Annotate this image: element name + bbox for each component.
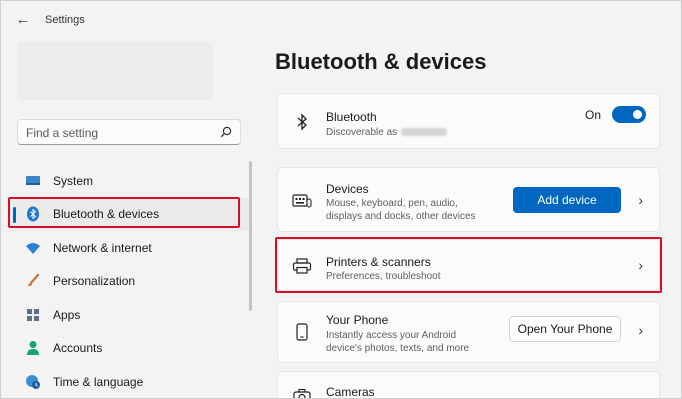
open-your-phone-button[interactable]: Open Your Phone — [509, 316, 621, 342]
sidebar-item-label: Personalization — [53, 274, 136, 289]
chevron-right-icon[interactable]: › — [638, 192, 643, 208]
cameras-title: Cameras — [326, 385, 375, 399]
printers-scanners-card[interactable]: Printers & scanners Preferences, trouble… — [277, 239, 660, 291]
redacted-device-name — [401, 128, 448, 137]
sidebar-nav: System Bluetooth & devices Network & int… — [9, 164, 249, 398]
app-title: Settings — [45, 14, 85, 26]
bluetooth-icon — [292, 112, 312, 132]
sidebar-item-label: Time & language — [53, 374, 144, 389]
sidebar-item-label: Accounts — [53, 341, 103, 356]
printers-title: Printers & scanners — [326, 255, 431, 269]
sidebar-scrollbar[interactable] — [249, 161, 252, 311]
sidebar-item-apps[interactable]: Apps — [9, 298, 249, 332]
your-phone-subtitle-line2: device's photos, texts, and more — [326, 343, 470, 354]
printers-subtitle: Preferences, troubleshoot — [326, 271, 441, 282]
bluetooth-icon — [25, 206, 41, 222]
devices-card[interactable]: Devices Mouse, keyboard, pen, audio, dis… — [277, 167, 660, 232]
bluetooth-discoverable-text: Discoverable as — [326, 127, 398, 138]
bluetooth-toggle[interactable] — [612, 106, 646, 123]
system-icon — [25, 173, 41, 189]
sidebar-item-accounts[interactable]: Accounts — [9, 332, 249, 366]
globe-clock-icon — [25, 374, 41, 390]
chevron-right-icon[interactable]: › — [638, 257, 643, 273]
page-title: Bluetooth & devices — [275, 49, 487, 74]
printer-icon — [292, 256, 312, 276]
sidebar-item-network-internet[interactable]: Network & internet — [9, 231, 249, 265]
wifi-icon — [25, 240, 41, 256]
your-phone-subtitle-line1: Instantly access your Android — [326, 330, 457, 341]
bluetooth-subtitle: Discoverable as — [326, 126, 448, 139]
add-device-button[interactable]: Add device — [513, 187, 621, 213]
sidebar-item-personalization[interactable]: Personalization — [9, 265, 249, 299]
back-arrow-icon[interactable]: ← — [13, 11, 33, 29]
your-phone-title: Your Phone — [326, 313, 389, 327]
sidebar-item-bluetooth-devices[interactable]: Bluetooth & devices — [9, 197, 249, 231]
bluetooth-card: Bluetooth Discoverable as On — [277, 93, 660, 149]
sidebar-item-system[interactable]: System — [9, 164, 249, 198]
person-icon — [25, 340, 41, 356]
keyboard-mouse-icon — [292, 191, 312, 211]
apps-icon — [25, 307, 41, 323]
title-bar: ← Settings — [1, 1, 681, 39]
settings-window: ← Settings System Bluetooth & devices — [0, 0, 682, 399]
search-input[interactable] — [26, 124, 206, 141]
your-phone-card[interactable]: Your Phone Instantly access your Android… — [277, 301, 660, 363]
camera-icon — [292, 386, 312, 398]
devices-title: Devices — [326, 182, 369, 196]
sidebar-item-time-language[interactable]: Time & language — [9, 365, 249, 398]
sidebar-item-label: Network & internet — [53, 240, 152, 255]
user-profile-area[interactable] — [17, 42, 213, 100]
chevron-right-icon[interactable]: › — [638, 322, 643, 338]
brush-icon — [25, 273, 41, 289]
search-icon[interactable] — [220, 126, 232, 138]
sidebar-item-label: Apps — [53, 307, 81, 322]
sidebar-item-label: Bluetooth & devices — [53, 207, 160, 222]
bluetooth-title: Bluetooth — [326, 110, 377, 124]
devices-subtitle-line2: displays and docks, other devices — [326, 211, 476, 222]
search-box[interactable] — [17, 119, 241, 145]
phone-icon — [292, 322, 312, 342]
sidebar-item-label: System — [53, 173, 94, 188]
cameras-card[interactable]: Cameras — [277, 371, 660, 399]
bluetooth-toggle-label: On — [584, 108, 601, 122]
devices-subtitle-line1: Mouse, keyboard, pen, audio, — [326, 198, 458, 209]
